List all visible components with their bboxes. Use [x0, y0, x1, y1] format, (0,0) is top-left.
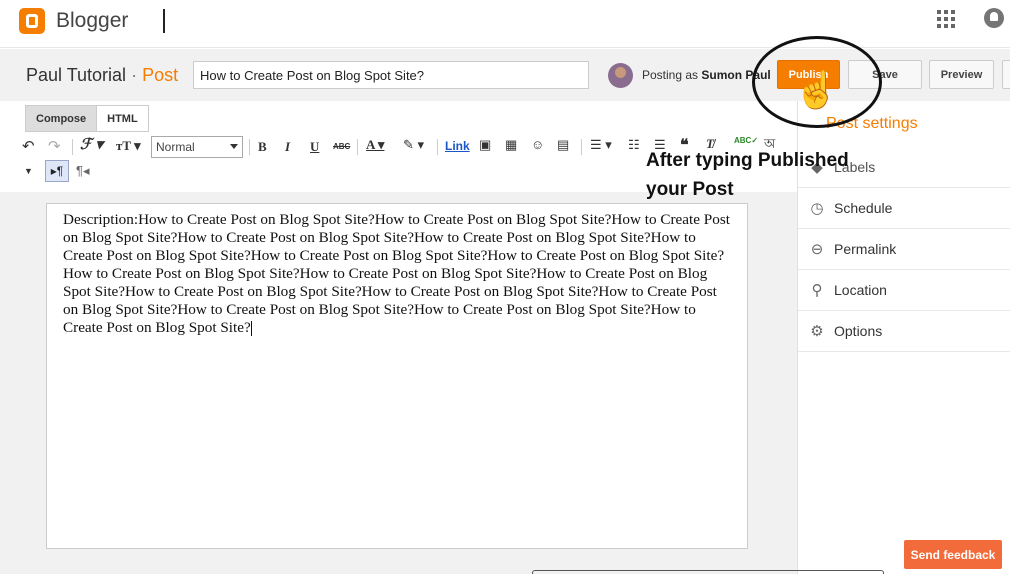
breadcrumb-separator: ·: [131, 65, 138, 85]
spell-check-icon[interactable]: ABC✓: [734, 137, 758, 145]
align-icon[interactable]: ☰ ▾: [590, 138, 612, 151]
editor-mode-tabs: Compose HTML: [25, 105, 149, 132]
editor-area: Description:How to Create Post on Blog S…: [0, 192, 797, 574]
sidebar-item-options[interactable]: ⚙ Options: [798, 311, 1010, 352]
insert-image-icon[interactable]: ▣: [479, 138, 491, 151]
post-title-input[interactable]: [193, 61, 589, 89]
more-options-icon[interactable]: ▼: [24, 167, 33, 176]
blog-name[interactable]: Paul Tutorial: [26, 65, 126, 85]
strikethrough-icon[interactable]: ABC: [333, 143, 350, 151]
post-body-text: Description:How to Create Post on Blog S…: [63, 211, 730, 336]
sidebar-item-location[interactable]: ⚲ Location: [798, 270, 1010, 311]
gear-icon: ⚙: [810, 323, 824, 340]
toolbar-divider: [437, 139, 438, 155]
send-feedback-button[interactable]: Send feedback: [904, 540, 1002, 569]
avatar: [608, 63, 633, 88]
font-size-icon[interactable]: тT ▾: [116, 139, 141, 152]
toolbar-divider: [72, 139, 73, 155]
post-body-editor[interactable]: Description:How to Create Post on Blog S…: [46, 203, 748, 549]
text-color-icon[interactable]: A ▾: [366, 138, 384, 151]
pin-icon: ⚲: [811, 282, 823, 299]
redo-icon[interactable]: ↷: [48, 139, 61, 154]
underline-icon[interactable]: U: [310, 140, 319, 153]
section-label: Post: [142, 65, 179, 85]
italic-icon[interactable]: I: [285, 140, 290, 153]
link-icon: ⊖: [810, 241, 824, 258]
highlight-color-icon[interactable]: ✎ ▾: [403, 138, 424, 151]
top-bar: Blogger: [0, 0, 1010, 48]
rtl-direction-icon[interactable]: ¶◂: [76, 164, 90, 177]
apps-grid-icon[interactable]: [937, 10, 955, 28]
numbered-list-icon[interactable]: ☷: [628, 138, 640, 151]
text-caret: [250, 321, 252, 337]
insert-video-icon[interactable]: ▦: [505, 138, 517, 151]
close-button[interactable]: [1002, 60, 1010, 89]
preview-button[interactable]: Preview: [929, 60, 994, 89]
bottom-element: [532, 570, 884, 574]
undo-icon[interactable]: ↶: [22, 139, 35, 154]
insert-jump-break-icon[interactable]: ▤: [557, 138, 569, 151]
blogger-logo-icon[interactable]: [19, 8, 45, 34]
font-family-icon[interactable]: ℱ ▾: [80, 138, 103, 153]
brand-name[interactable]: Blogger: [56, 9, 128, 33]
annotation-text: After typing Published your Post: [646, 150, 849, 200]
tab-compose[interactable]: Compose: [25, 105, 98, 132]
sidebar-item-permalink[interactable]: ⊖ Permalink: [798, 229, 1010, 270]
pointer-hand-icon: ☝: [794, 69, 839, 110]
notifications-icon[interactable]: [984, 8, 1004, 28]
chevron-down-icon: [230, 144, 238, 149]
paragraph-format-select[interactable]: Normal: [151, 136, 243, 158]
insert-link-button[interactable]: Link: [445, 140, 470, 152]
bold-icon[interactable]: B: [258, 140, 267, 153]
breadcrumb: Paul Tutorial · Post: [26, 65, 178, 86]
insert-emoji-icon[interactable]: ☺: [531, 138, 544, 151]
toolbar-divider: [581, 139, 582, 155]
ltr-direction-icon[interactable]: ▸¶: [45, 160, 69, 182]
toolbar-divider: [249, 139, 250, 155]
brand-divider: [163, 9, 165, 33]
tab-html[interactable]: HTML: [97, 105, 149, 132]
toolbar-divider: [357, 139, 358, 155]
